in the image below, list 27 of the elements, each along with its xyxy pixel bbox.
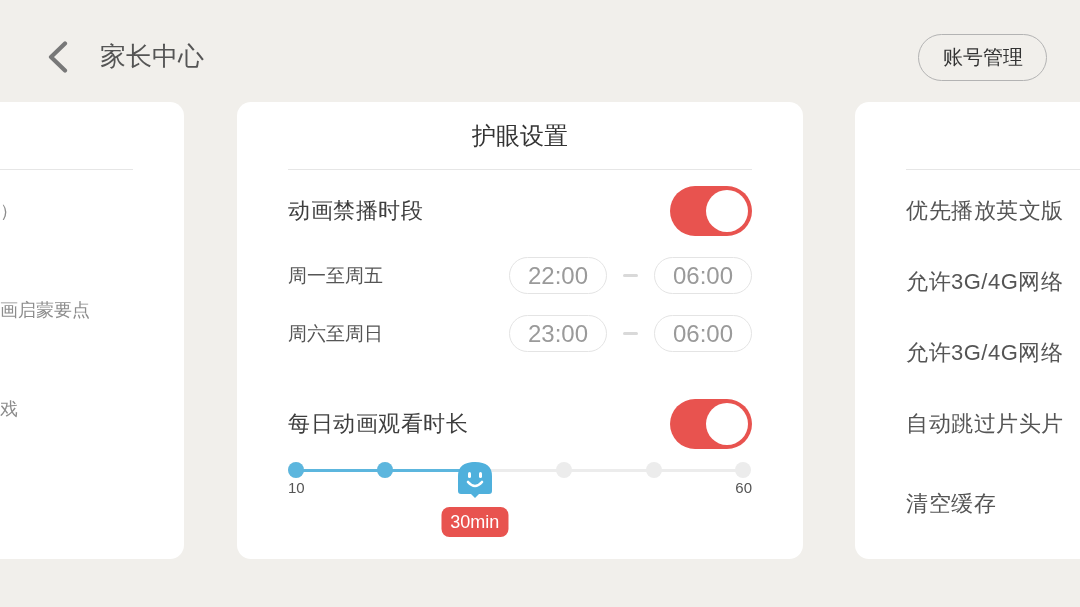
- page-title: 家长中心: [100, 41, 204, 73]
- day-range-label: 周六至周日: [288, 321, 383, 346]
- back-icon[interactable]: [47, 41, 68, 73]
- setting-label: 清空缓存: [906, 490, 996, 518]
- time-field[interactable]: 06:00: [654, 257, 752, 294]
- setting-label: 每日动画观看时长: [288, 410, 468, 438]
- time-field[interactable]: 23:00: [509, 315, 607, 352]
- scale-label: 60: [735, 480, 752, 496]
- setting-label: 允许3G/4G网络: [906, 268, 1064, 296]
- dash-icon: [623, 274, 638, 277]
- time-field[interactable]: 06:00: [654, 315, 752, 352]
- day-range-label: 周一至周五: [288, 263, 383, 288]
- setting-label: ）: [0, 200, 18, 223]
- setting-label: 画启蒙要点: [0, 299, 90, 322]
- toggle-switch[interactable]: [670, 399, 752, 449]
- toggle-switch[interactable]: [670, 186, 752, 236]
- setting-label: 允许3G/4G网络: [906, 339, 1064, 367]
- setting-label: 优先播放英文版: [906, 197, 1064, 225]
- value-bubble: 30min: [441, 507, 509, 537]
- dash-icon: [623, 332, 638, 335]
- time-field[interactable]: 22:00: [509, 257, 607, 294]
- scale-label: 10: [288, 480, 305, 496]
- setting-label: 动画禁播时段: [288, 197, 423, 225]
- panel-title: 护眼设置: [472, 120, 568, 151]
- smiley-thumb-icon[interactable]: [457, 462, 492, 498]
- setting-label: 自动跳过片头片: [906, 410, 1064, 438]
- setting-label: 戏: [0, 398, 18, 421]
